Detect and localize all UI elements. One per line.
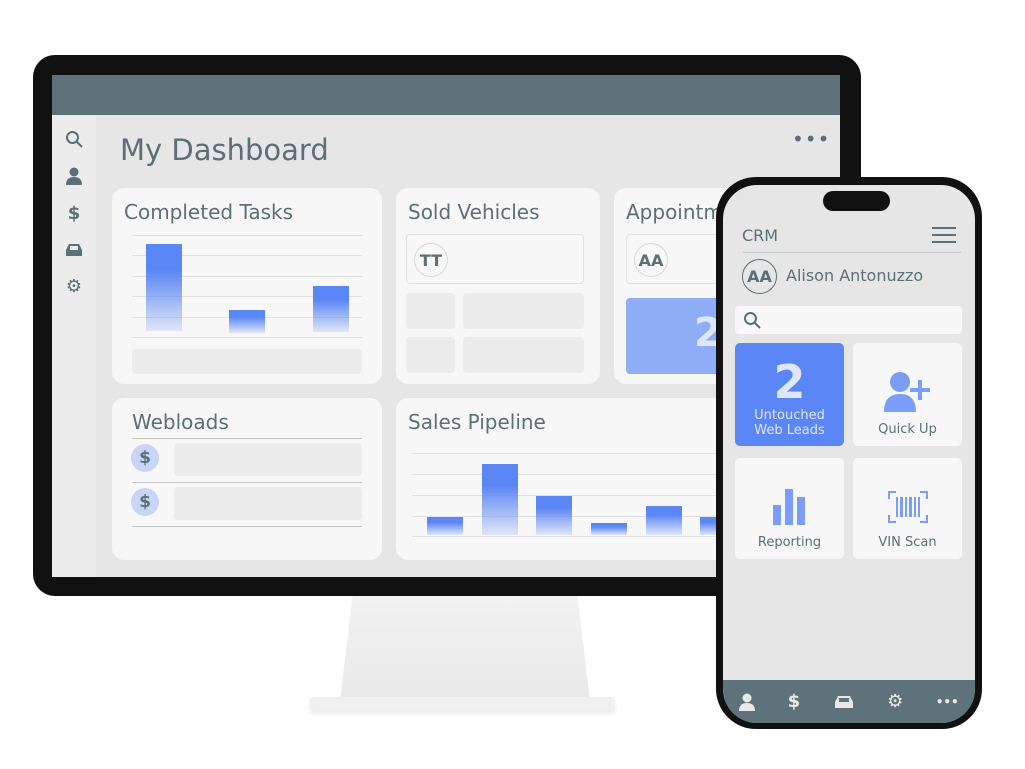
more-horizontal-icon[interactable]: ••• (792, 127, 830, 151)
chart-bar (482, 464, 518, 535)
web-leads-label: Untouched Web Leads (754, 408, 825, 438)
vehicle-row[interactable]: TT (406, 234, 584, 284)
page-title: My Dashboard (120, 133, 329, 167)
card-title: Sales Pipeline (408, 410, 546, 434)
dollar-icon[interactable]: $ (788, 691, 801, 712)
user-name: Alison Antonuzzo (786, 266, 924, 285)
quick-up-tile[interactable]: Quick Up (853, 343, 962, 446)
web-leads-count: 2 (773, 355, 806, 409)
chart-bar (313, 286, 349, 332)
chart-bar (229, 310, 265, 333)
avatar: AA (634, 243, 668, 277)
gear-icon[interactable]: ⚙ (887, 691, 903, 712)
gear-icon[interactable]: ⚙ (62, 274, 86, 298)
car-icon[interactable] (62, 238, 86, 262)
chart-bar (591, 523, 627, 535)
card-title: Webloads (132, 410, 229, 434)
bottom-nav: $ ⚙ ••• (723, 680, 975, 723)
sold-vehicles-card: Sold Vehicles TT (396, 188, 600, 384)
tile-label: Reporting (757, 535, 822, 550)
tile-label: Quick Up (878, 422, 937, 437)
chart-bar (536, 496, 572, 535)
dollar-icon[interactable]: $ (62, 201, 86, 225)
vin-scan-tile[interactable]: VIN Scan (853, 458, 962, 559)
more-icon[interactable]: ••• (936, 695, 959, 709)
card-title: Sold Vehicles (408, 200, 540, 224)
dollar-icon: $ (131, 488, 159, 516)
chart-bar (427, 517, 463, 535)
chart-bar (146, 244, 182, 331)
label-row (132, 349, 362, 374)
barcode-scan-icon (887, 491, 928, 523)
person-icon[interactable] (739, 693, 756, 711)
monitor-base (310, 697, 615, 711)
search-icon (744, 312, 761, 329)
user-avatar[interactable]: AA (742, 259, 777, 294)
avatar: TT (414, 243, 448, 277)
search-icon[interactable] (62, 127, 86, 151)
completed-tasks-card: Completed Tasks (112, 188, 382, 384)
reporting-tile[interactable]: Reporting (735, 458, 844, 559)
car-icon[interactable] (833, 694, 855, 710)
dollar-icon: $ (131, 444, 159, 472)
chart-bar (646, 506, 682, 535)
bar-chart-icon (772, 489, 805, 525)
app-title: CRM (742, 226, 779, 245)
webloads-card: Webloads $ $ (112, 398, 382, 560)
card-title: Completed Tasks (124, 200, 294, 224)
tile-label: VIN Scan (878, 535, 937, 550)
sidebar: $ ⚙ (52, 115, 96, 577)
person-icon[interactable] (62, 164, 86, 188)
hamburger-menu-icon[interactable] (932, 227, 956, 243)
search-input[interactable] (735, 306, 962, 334)
untouched-web-leads-tile[interactable]: 2 Untouched Web Leads (735, 343, 844, 446)
dynamic-island (823, 191, 890, 211)
phone-screen: CRM AA Alison Antonuzzo 2 Untouched Web … (723, 185, 975, 723)
add-person-icon (883, 372, 930, 412)
top-bar (52, 75, 840, 115)
monitor-stand (340, 596, 590, 701)
